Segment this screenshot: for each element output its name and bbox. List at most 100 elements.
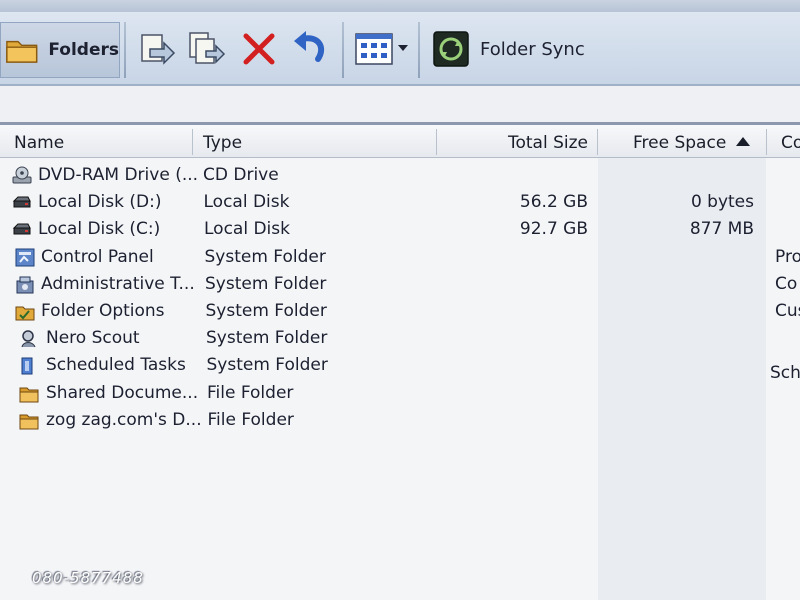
free-space-label: Free Space xyxy=(633,133,727,153)
item-free-space xyxy=(620,325,754,352)
item-type: File Folder xyxy=(207,382,294,403)
item-type: System Folder xyxy=(205,273,327,294)
administrative-tools-icon xyxy=(15,275,35,294)
list-item[interactable]: Local Disk (D:) Local Disk 56.2 GB 0 bytes xyxy=(0,189,800,216)
window-title-strip xyxy=(0,0,800,12)
item-comments: Pro xyxy=(775,246,800,267)
item-total-size: 56.2 GB xyxy=(519,192,588,213)
hard-disk-icon xyxy=(12,220,32,239)
folders-button[interactable]: Folders xyxy=(0,22,120,78)
item-name: Shared Docume... xyxy=(46,382,199,403)
column-header-row: Name Type Total Size Free Space Co xyxy=(0,125,800,158)
copy-to-icon xyxy=(189,32,226,64)
column-header-comments[interactable]: Co xyxy=(781,125,800,157)
item-name: DVD-RAM Drive (... xyxy=(38,165,199,185)
item-name: Folder Options xyxy=(41,301,165,321)
item-free-space xyxy=(620,244,754,271)
address-bar[interactable] xyxy=(0,86,800,125)
delete-icon xyxy=(243,33,275,65)
file-list: Name Type Total Size Free Space Co DVD-R… xyxy=(0,125,800,600)
folder-sync-button[interactable]: Folder Sync xyxy=(432,26,585,72)
hard-disk-icon xyxy=(12,193,32,212)
item-free-space xyxy=(620,298,754,325)
item-type: System Folder xyxy=(206,355,328,376)
folder-options-icon xyxy=(15,302,35,321)
item-total-size xyxy=(480,244,588,271)
item-type: System Folder xyxy=(206,328,328,349)
undo-icon xyxy=(294,31,325,62)
item-comments: Co xyxy=(775,273,798,294)
item-type: Local Disk xyxy=(204,219,290,240)
folders-icon xyxy=(6,40,38,63)
toolbar-separator xyxy=(342,22,344,78)
item-type: File Folder xyxy=(207,409,294,430)
explorer-window: Folders Folder Sync Name Type Total Size… xyxy=(0,0,800,600)
column-header-total-size[interactable]: Total Size xyxy=(508,125,588,157)
folder-icon xyxy=(19,384,39,403)
toolbar: Folders Folder Sync xyxy=(0,12,800,86)
item-name: Nero Scout xyxy=(46,328,140,349)
list-item[interactable]: Administrative T... System Folder Co xyxy=(0,271,800,298)
item-total-size xyxy=(480,298,588,325)
item-name: Local Disk (D:) xyxy=(38,192,162,213)
item-type: System Folder xyxy=(204,246,326,267)
item-free-space xyxy=(620,407,754,434)
list-item[interactable]: zog zag.com's D... File Folder xyxy=(0,407,800,434)
toolbar-separator xyxy=(418,22,420,78)
item-type: System Folder xyxy=(205,301,327,321)
list-item[interactable]: DVD-RAM Drive (... CD Drive xyxy=(0,162,800,189)
delete-button[interactable] xyxy=(240,26,278,72)
folder-sync-icon xyxy=(433,31,469,67)
item-name: Local Disk (C:) xyxy=(38,219,161,240)
item-type: Local Disk xyxy=(203,192,290,213)
item-free-space xyxy=(620,162,754,189)
item-name: Administrative T... xyxy=(41,273,195,294)
toolbar-separator xyxy=(124,22,126,78)
views-dropdown-button[interactable] xyxy=(398,26,408,72)
column-header-free-space[interactable]: Free Space xyxy=(633,125,751,157)
item-total-size xyxy=(480,325,588,352)
item-free-space xyxy=(620,271,754,298)
item-free-space xyxy=(620,380,754,407)
column-divider[interactable] xyxy=(597,129,598,155)
item-total-size xyxy=(480,271,588,298)
item-total-size: 92.7 GB xyxy=(519,219,588,240)
column-divider[interactable] xyxy=(436,129,437,155)
move-to-icon xyxy=(141,34,176,65)
list-item[interactable]: Shared Docume... File Folder xyxy=(0,380,800,407)
column-divider[interactable] xyxy=(766,129,767,155)
item-name: Scheduled Tasks xyxy=(46,355,186,376)
folder-icon xyxy=(19,411,39,430)
list-item[interactable]: Folder Options System Folder Cus xyxy=(0,298,800,325)
list-item[interactable]: Local Disk (C:) Local Disk 92.7 GB 877 MB xyxy=(0,216,800,243)
undo-button[interactable] xyxy=(290,26,330,72)
column-divider[interactable] xyxy=(192,129,193,155)
watermark-text: 080-5877488 xyxy=(32,569,144,587)
item-free-space: 0 bytes xyxy=(690,192,754,213)
folders-label: Folders xyxy=(48,40,119,60)
item-free-space: 877 MB xyxy=(689,219,754,240)
item-total-size xyxy=(480,352,588,379)
item-name: zog zag.com's D... xyxy=(46,409,202,430)
item-total-size xyxy=(480,162,588,189)
list-item[interactable]: Control Panel System Folder Pro xyxy=(0,244,800,271)
column-header-type[interactable]: Type xyxy=(203,125,242,157)
views-icon xyxy=(355,33,393,65)
dvd-drive-icon xyxy=(12,166,32,185)
column-header-name[interactable]: Name xyxy=(14,125,64,157)
list-item[interactable]: Nero Scout System Folder xyxy=(0,325,800,352)
item-type: CD Drive xyxy=(203,165,279,185)
item-comments: Cus xyxy=(775,301,800,321)
copy-to-button[interactable] xyxy=(186,26,226,72)
nero-scout-icon xyxy=(19,329,39,348)
control-panel-icon xyxy=(15,248,35,267)
folder-sync-label: Folder Sync xyxy=(480,38,585,60)
chevron-down-icon xyxy=(398,45,408,51)
item-total-size xyxy=(480,407,588,434)
views-button[interactable] xyxy=(354,26,394,72)
item-total-size xyxy=(480,380,588,407)
move-to-button[interactable] xyxy=(136,26,176,72)
list-item[interactable]: Scheduled Tasks System Folder Sch xyxy=(0,352,800,383)
item-free-space xyxy=(620,352,754,379)
sort-ascending-icon xyxy=(736,137,751,146)
